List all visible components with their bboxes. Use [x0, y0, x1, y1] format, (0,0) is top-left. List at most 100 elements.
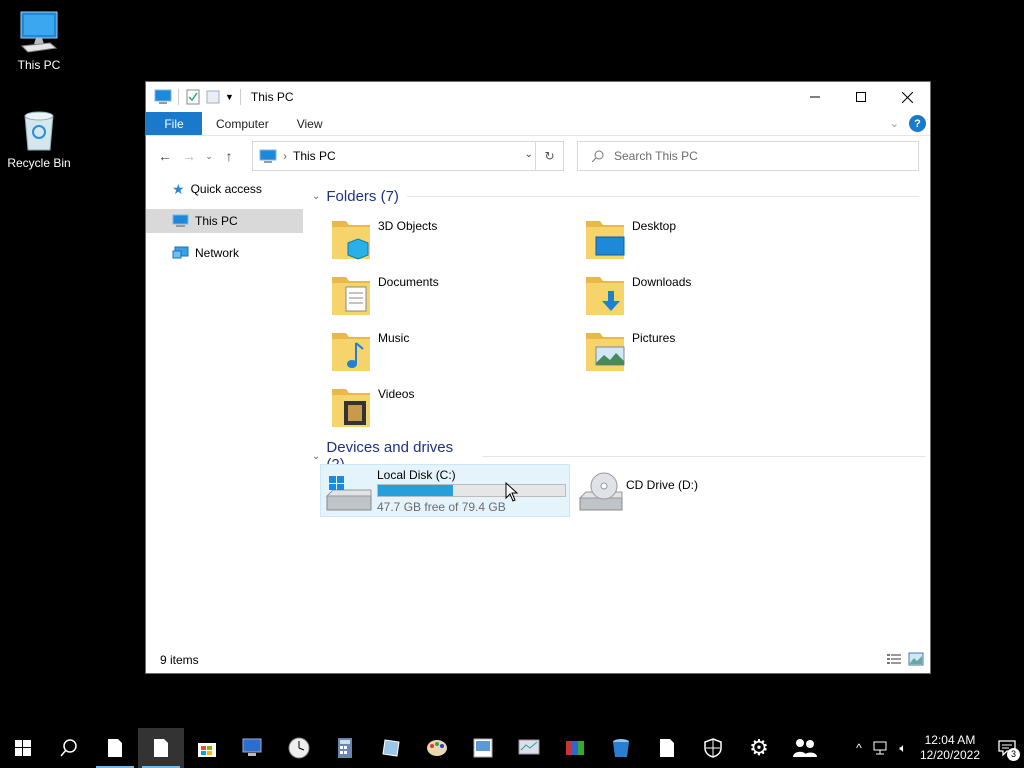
folder-documents[interactable]: Documents	[330, 271, 570, 323]
people-icon	[793, 739, 817, 757]
taskbar-app-file[interactable]	[644, 728, 690, 768]
tab-view[interactable]: View	[283, 112, 337, 135]
taskbar-app-bucket[interactable]	[598, 728, 644, 768]
expand-ribbon-chevron-icon[interactable]: ⌄	[890, 117, 899, 130]
up-button[interactable]: ↑	[217, 144, 241, 168]
action-center-button[interactable]: 3	[990, 728, 1024, 768]
taskbar-app-archive[interactable]	[552, 728, 598, 768]
sidebar-item-quick-access[interactable]: ★ Quick access	[146, 177, 303, 201]
maximize-icon	[856, 92, 866, 102]
folder-3d-objects-icon	[332, 221, 370, 260]
title-bar[interactable]: ▼ This PC	[146, 82, 930, 112]
large-icons-view-icon[interactable]	[908, 652, 924, 666]
search-box[interactable]: Search This PC	[577, 141, 919, 171]
arrow-up-icon: ↑	[225, 148, 233, 164]
collapse-chevron-icon: ⌄	[312, 450, 321, 462]
desktop-icon-recycle-bin[interactable]: Recycle Bin	[1, 108, 77, 170]
close-button[interactable]	[884, 82, 930, 112]
notes-icon	[382, 739, 400, 757]
taskbar-app-settings[interactable]: ⚙	[736, 728, 782, 768]
chevron-down-icon: ⌄	[205, 150, 213, 161]
chevron-up-icon[interactable]: ^	[848, 741, 870, 755]
minimize-button[interactable]	[792, 82, 838, 112]
view-buttons	[886, 652, 924, 666]
taskbar-app-remote[interactable]	[230, 728, 276, 768]
remote-desktop-icon	[242, 738, 262, 756]
drive-name: CD Drive (D:)	[626, 478, 698, 492]
bucket-icon	[613, 739, 629, 757]
performance-monitor-icon	[518, 739, 540, 755]
notification-count-badge: 3	[1007, 748, 1020, 761]
customize-toolbar-dropdown-icon[interactable]: ▼	[225, 92, 234, 102]
mouse-cursor-icon	[505, 482, 519, 502]
drive-cd-d[interactable]: CD Drive (D:)	[578, 468, 818, 520]
folder-name: 3D Objects	[378, 219, 438, 233]
network-icon	[172, 246, 189, 259]
tab-computer[interactable]: Computer	[202, 112, 283, 135]
taskbar-app-calculator[interactable]	[322, 728, 368, 768]
sidebar-item-network[interactable]: Network	[146, 241, 303, 265]
folder-videos[interactable]: Videos	[330, 383, 570, 435]
search-icon	[60, 739, 77, 757]
taskbar-app-people[interactable]	[782, 728, 828, 768]
star-icon: ★	[172, 180, 185, 197]
volume-icon[interactable]: 🔈︎	[892, 741, 914, 756]
taskbar-app-document[interactable]	[138, 728, 184, 768]
computer-icon	[172, 214, 189, 227]
folder-music-icon	[332, 333, 370, 371]
folder-name: Music	[378, 331, 410, 345]
new-folder-icon[interactable]	[205, 89, 221, 105]
content-pane: ⌄ Folders (7) 3D Objects Desktop Documen…	[306, 177, 926, 647]
desktop-icon-label: Recycle Bin	[7, 156, 71, 170]
taskbar-app-store[interactable]	[184, 728, 230, 768]
windows-logo-icon	[15, 740, 31, 756]
folder-3d-objects[interactable]: 3D Objects	[330, 215, 570, 267]
search-button[interactable]	[46, 728, 92, 768]
desktop-icon-this-pc[interactable]: This PC	[1, 10, 77, 72]
forward-button[interactable]: →	[177, 144, 201, 168]
taskbar-app-monitor[interactable]	[506, 728, 552, 768]
clock[interactable]: 12:04 AM 12/20/2022	[920, 733, 980, 763]
taskbar-app-notepad[interactable]	[92, 728, 138, 768]
details-view-icon[interactable]	[886, 652, 902, 666]
help-icon[interactable]: ?	[909, 115, 926, 132]
system-tray: ^ 🔈︎ 12:04 AM 12/20/2022 3	[848, 728, 1024, 768]
sidebar-item-label: This PC	[195, 214, 238, 228]
arrow-left-icon: ←	[158, 148, 172, 164]
back-button[interactable]: ←	[153, 144, 177, 168]
sidebar-item-label: Network	[195, 246, 240, 260]
document-icon	[108, 739, 122, 757]
taskbar: ⚙ ^ 🔈︎ 12:04 AM 12/20/2022 3	[0, 728, 1024, 768]
tab-file[interactable]: File	[146, 112, 202, 135]
address-bar[interactable]: › This PC ⌄ ↻	[252, 141, 564, 171]
folder-downloads-icon	[586, 277, 624, 315]
taskbar-app-paint[interactable]	[414, 728, 460, 768]
minimize-icon	[810, 96, 820, 98]
breadcrumb: › This PC	[259, 149, 336, 164]
refresh-button[interactable]: ↻	[535, 142, 563, 170]
group-header-folders[interactable]: ⌄ Folders (7)	[312, 188, 919, 205]
taskbar-app-clock[interactable]	[276, 728, 322, 768]
drive-local-disk-c[interactable]: Local Disk (C:) 47.7 GB free of 79.4 GB	[320, 464, 570, 517]
folder-name: Desktop	[632, 219, 677, 233]
start-button[interactable]	[0, 728, 46, 768]
archive-icon	[566, 741, 584, 755]
separator	[239, 89, 241, 105]
recent-locations-button[interactable]: ⌄	[201, 144, 217, 168]
taskbar-app-security[interactable]	[690, 728, 736, 768]
breadcrumb-item[interactable]: This PC	[293, 149, 336, 163]
folder-pictures-icon	[586, 333, 625, 371]
folder-downloads[interactable]: Downloads	[584, 271, 824, 323]
store-icon	[198, 743, 216, 757]
folder-desktop[interactable]: Desktop	[584, 215, 824, 267]
maximize-button[interactable]	[838, 82, 884, 112]
address-dropdown-icon[interactable]: ⌄	[525, 149, 533, 160]
properties-icon[interactable]	[185, 89, 201, 105]
sidebar-item-this-pc[interactable]: This PC	[146, 209, 303, 233]
folder-pictures[interactable]: Pictures	[584, 327, 824, 379]
network-status-icon[interactable]	[872, 740, 890, 756]
folder-music[interactable]: Music	[330, 327, 570, 379]
taskbar-app-notes[interactable]	[368, 728, 414, 768]
taskbar-app-photo[interactable]	[460, 728, 506, 768]
computer-icon	[154, 89, 172, 104]
